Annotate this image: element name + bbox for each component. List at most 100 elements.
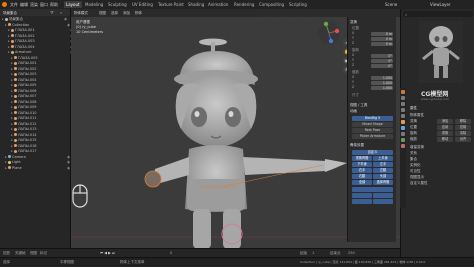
tab-layout[interactable]: Layout xyxy=(64,1,82,8)
object-tab-icon[interactable] xyxy=(401,120,405,124)
outliner-row[interactable]: ▸ЛАПЫ.015◉ xyxy=(2,138,77,143)
outliner-row[interactable]: ▸ЛАПЫ.017◉ xyxy=(2,149,77,154)
timeline-view-menu[interactable]: 视图 xyxy=(30,251,37,256)
head-button[interactable]: 头部 xyxy=(373,174,393,179)
outliner-row[interactable]: ▸ЛАПЫ.006◉ xyxy=(2,89,77,94)
scale-z-field[interactable]: Z 1.000 xyxy=(352,85,393,90)
prop-row-5[interactable]: 增量变换 xyxy=(410,145,424,150)
custom-button[interactable]: 自定义 xyxy=(352,150,393,155)
scene-selector[interactable]: Scene xyxy=(385,2,397,7)
prop-row-8[interactable]: 实例化 xyxy=(410,163,421,168)
tab-shading[interactable]: Shading xyxy=(186,1,206,8)
menu-view[interactable]: 视图 xyxy=(99,11,106,16)
tool-button-extra-2[interactable] xyxy=(352,193,372,198)
play-controls[interactable]: ⏮ ◀ ▶ ⏭ xyxy=(100,251,115,255)
outliner-row[interactable]: ▸ЛАПЫ.016◉ xyxy=(2,144,77,149)
outliner-row[interactable]: ▸ЛАПЫ.013◉ xyxy=(2,127,77,132)
prop-button-align[interactable]: 对齐 xyxy=(455,137,471,142)
outliner-row[interactable]: ▸ЛАПЫ.014◉ xyxy=(2,133,77,138)
timeline-keying-menu[interactable]: 关键帧 xyxy=(15,251,26,256)
start-frame-field[interactable]: 1 xyxy=(312,251,314,255)
outliner-row[interactable]: ▸ГЛАЗА.003◉ xyxy=(2,39,74,44)
prop-row-2[interactable]: 位置 xyxy=(410,125,417,130)
outliner-row[interactable]: ▸ЛАПЫ.012◉ xyxy=(2,122,77,127)
left-hand-button[interactable]: 左手 xyxy=(373,162,393,167)
tab-sculpting[interactable]: Sculpting xyxy=(106,1,129,8)
prop-row-1[interactable]: 变换 xyxy=(410,119,417,124)
outliner-row[interactable]: ▸ГЛАЗА.001◉ xyxy=(2,28,74,33)
data-tab-icon[interactable] xyxy=(401,138,405,142)
prop-button-copy[interactable]: 复制 xyxy=(455,125,471,130)
upper-body-button[interactable]: 上半身 xyxy=(373,156,393,161)
physics-tab-icon[interactable] xyxy=(401,132,405,136)
tool-button-extra-1[interactable] xyxy=(352,187,393,192)
outliner-row[interactable]: ▸ЛАПЫ.009◉ xyxy=(2,105,77,110)
outliner-row[interactable]: ▸ 场景集合 ◉ xyxy=(2,17,68,22)
view-layer-selector[interactable]: ViewLayer xyxy=(430,2,451,7)
outliner-row[interactable]: ▸ЛАПЫ.007◉ xyxy=(2,94,77,99)
scene-tab-icon[interactable] xyxy=(401,108,405,112)
outliner-row[interactable]: ▸Armature◉ xyxy=(2,50,74,55)
outliner-row[interactable]: ▸ЛАПЫ.005◉ xyxy=(2,83,77,88)
outliner-row[interactable]: ▸ГЛАЗА.002◉ xyxy=(2,34,74,39)
menu-render[interactable]: 渲染 xyxy=(30,2,38,8)
tab-texture-paint[interactable]: Texture Paint xyxy=(156,1,186,8)
tab-scripting[interactable]: Scripting xyxy=(287,1,309,8)
prop-button-reset[interactable]: 重置 xyxy=(437,131,453,136)
mixed-shape-button[interactable]: Mixed Shape xyxy=(352,122,393,127)
blenrig-button[interactable]: BlenRig 5 xyxy=(352,116,393,121)
filter-icon[interactable]: ⧩ xyxy=(50,10,54,15)
render-tab-icon[interactable] xyxy=(401,96,405,100)
left-leg-button[interactable]: 左腿 xyxy=(373,168,393,173)
tab-compositing[interactable]: Compositing xyxy=(257,1,286,8)
outliner-row[interactable]: ▸ЛАПЫ.002◉ xyxy=(2,67,77,72)
menu-edit[interactable]: 编辑 xyxy=(20,2,28,8)
outliner-row[interactable]: ▸ Plane ◉ xyxy=(2,166,71,171)
prop-row-4[interactable]: 缩放 xyxy=(410,137,417,142)
outliner-row[interactable]: ▸ЛАПЫ.011◉ xyxy=(2,116,77,121)
search-icon[interactable]: ⌕ xyxy=(60,10,62,15)
prop-button-clear[interactable]: 清除 xyxy=(455,131,471,136)
visibility-eye-icon[interactable]: ◉ xyxy=(67,23,70,28)
reset-bones-button[interactable]: 重置骨骼 xyxy=(352,156,372,161)
tool-button-extra-5[interactable] xyxy=(373,199,393,204)
tab-uv-editing[interactable]: UV Editing xyxy=(130,1,155,8)
tool-button-extra-3[interactable] xyxy=(373,193,393,198)
end-frame-field[interactable]: 250 xyxy=(348,251,355,255)
visibility-eye-icon[interactable]: ◉ xyxy=(67,155,70,160)
tab-modeling[interactable]: Modeling xyxy=(83,1,105,8)
outliner-row[interactable]: ▸ Collection ◉ xyxy=(2,23,71,28)
outliner-row[interactable]: ▸ЛАПЫ.008◉ xyxy=(2,100,77,105)
prop-button-remove[interactable]: 移除 xyxy=(455,119,471,124)
rotation-z-field[interactable]: Z 0° xyxy=(352,63,393,68)
properties-search[interactable]: ⌕ xyxy=(403,11,473,17)
menu-help[interactable]: 帮助 xyxy=(50,2,58,8)
menu-select[interactable]: 选择 xyxy=(111,11,118,16)
output-tab-icon[interactable] xyxy=(401,102,405,106)
prop-row-10[interactable]: 视图显示 xyxy=(410,175,424,180)
outliner-row[interactable]: ▸ Camera ◉ xyxy=(2,155,71,160)
timeline-marker-menu[interactable]: 标记 xyxy=(40,251,47,256)
prop-button-move[interactable]: 移动 xyxy=(437,137,453,142)
all-button[interactable]: 全部 xyxy=(352,180,372,185)
prop-row-7[interactable]: 集合 xyxy=(410,157,417,162)
tab-rendering[interactable]: Rendering xyxy=(232,1,256,8)
current-frame-field[interactable]: 0 xyxy=(170,251,172,255)
modifier-tab-icon[interactable] xyxy=(401,126,405,130)
outliner-row[interactable]: ▸ЛАПЫ.004◉ xyxy=(2,78,77,83)
menu-object[interactable]: 物体 xyxy=(135,11,142,16)
material-tab-icon[interactable] xyxy=(401,144,405,148)
right-leg-button[interactable]: 右腿 xyxy=(352,174,372,179)
menu-add[interactable]: 添加 xyxy=(123,11,130,16)
menu-window[interactable]: 窗口 xyxy=(40,2,48,8)
prop-button-apply[interactable]: 应用 xyxy=(437,125,453,130)
prop-row-0[interactable]: 物体属性 xyxy=(410,113,424,118)
outliner-row[interactable]: ▸ЛАПЫ.003◉ xyxy=(2,72,77,77)
right-hand-button[interactable]: 右手 xyxy=(352,168,372,173)
outliner-row[interactable]: ▸ЛАПЫ.010◉ xyxy=(2,111,77,116)
prop-row-9[interactable]: 可见性 xyxy=(410,169,421,174)
tab-animation[interactable]: Animation xyxy=(206,1,230,8)
menu-file[interactable]: 文件 xyxy=(10,2,18,8)
prop-row-6[interactable]: 关系 xyxy=(410,151,417,156)
world-tab-icon[interactable] xyxy=(401,114,405,118)
